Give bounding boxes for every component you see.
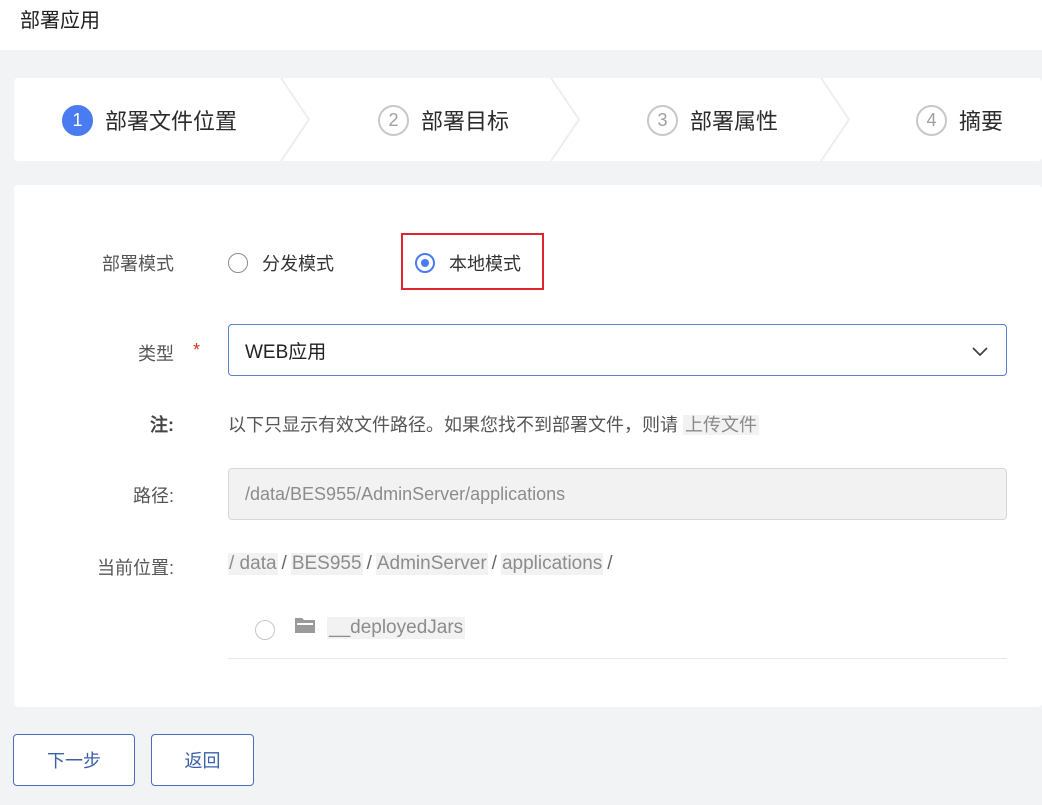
radio-circle[interactable]	[228, 253, 248, 273]
step-number: 1	[62, 104, 93, 136]
current-location-label: 当前位置:	[96, 558, 174, 578]
step-label: 部署文件位置	[105, 109, 238, 134]
step-2[interactable]: 2 部署目标	[378, 104, 510, 136]
path-input[interactable]: /data/BES955/AdminServer/applications	[228, 468, 1007, 520]
step-separator	[820, 78, 851, 161]
radio-distributed-mode[interactable]: 分发模式	[228, 250, 334, 276]
breadcrumb: / data / BES955 / AdminServer / applicat…	[228, 553, 613, 575]
step-1[interactable]: 1 部署文件位置	[62, 104, 238, 136]
path-value: /data/BES955/AdminServer/applications	[245, 483, 566, 504]
page-header: 部署应用	[0, 0, 1042, 50]
next-button[interactable]: 下一步	[13, 734, 135, 786]
radio-circle-checked[interactable]	[415, 253, 435, 273]
breadcrumb-separator: /	[491, 553, 497, 574]
radio-local-mode[interactable]: 本地模式	[415, 250, 521, 276]
step-3[interactable]: 3 部署属性	[647, 104, 779, 136]
breadcrumb-separator: /	[366, 553, 372, 574]
file-radio[interactable]	[255, 620, 275, 640]
radio-label: 分发模式	[262, 254, 334, 274]
mode-label: 部署模式	[102, 254, 174, 274]
note-message: 以下只显示有效文件路径。如果您找不到部署文件，则请	[228, 415, 678, 435]
breadcrumb-item[interactable]: BES955	[290, 553, 363, 575]
step-label: 部署目标	[421, 109, 510, 134]
breadcrumb-item[interactable]: AdminServer	[375, 553, 488, 575]
folder-icon	[295, 618, 315, 633]
required-mark: *	[193, 340, 201, 360]
path-label: 路径:	[132, 486, 174, 506]
upload-file-link[interactable]: 上传文件	[683, 415, 760, 435]
step-label: 部署属性	[690, 109, 779, 134]
radio-label: 本地模式	[449, 254, 521, 274]
type-label: 类型	[138, 344, 174, 364]
back-button[interactable]: 返回	[151, 734, 254, 786]
chevron-down-icon	[972, 347, 988, 357]
page-title: 部署应用	[20, 10, 100, 32]
step-label: 摘要	[959, 109, 1004, 134]
file-name[interactable]: __deployedJars	[327, 617, 466, 639]
breadcrumb-separator: /	[607, 553, 613, 574]
step-4[interactable]: 4 摘要	[916, 104, 1004, 136]
breadcrumb-item[interactable]: applications	[500, 553, 604, 575]
breadcrumb-separator: /	[281, 553, 287, 574]
step-number: 4	[916, 104, 947, 136]
note-label: 注:	[150, 415, 174, 435]
note-text: 以下只显示有效文件路径。如果您找不到部署文件，则请 上传文件	[228, 411, 760, 437]
type-select-value: WEB应用	[245, 341, 327, 363]
breadcrumb-root[interactable]: / data	[228, 553, 278, 575]
list-item[interactable]: __deployedJars	[228, 603, 1007, 659]
step-separator	[550, 78, 581, 161]
step-number: 2	[378, 104, 409, 136]
step-separator	[280, 78, 311, 161]
step-number: 3	[647, 104, 678, 136]
deploy-form: 部署模式 分发模式 本地模式 类型 * WEB应用 注: 以下只显示有效文件路径…	[14, 185, 1042, 707]
steps-bar: 1 部署文件位置 2 部署目标 3 部署属性 4 摘要	[14, 78, 1042, 161]
type-select[interactable]: WEB应用	[228, 324, 1007, 376]
